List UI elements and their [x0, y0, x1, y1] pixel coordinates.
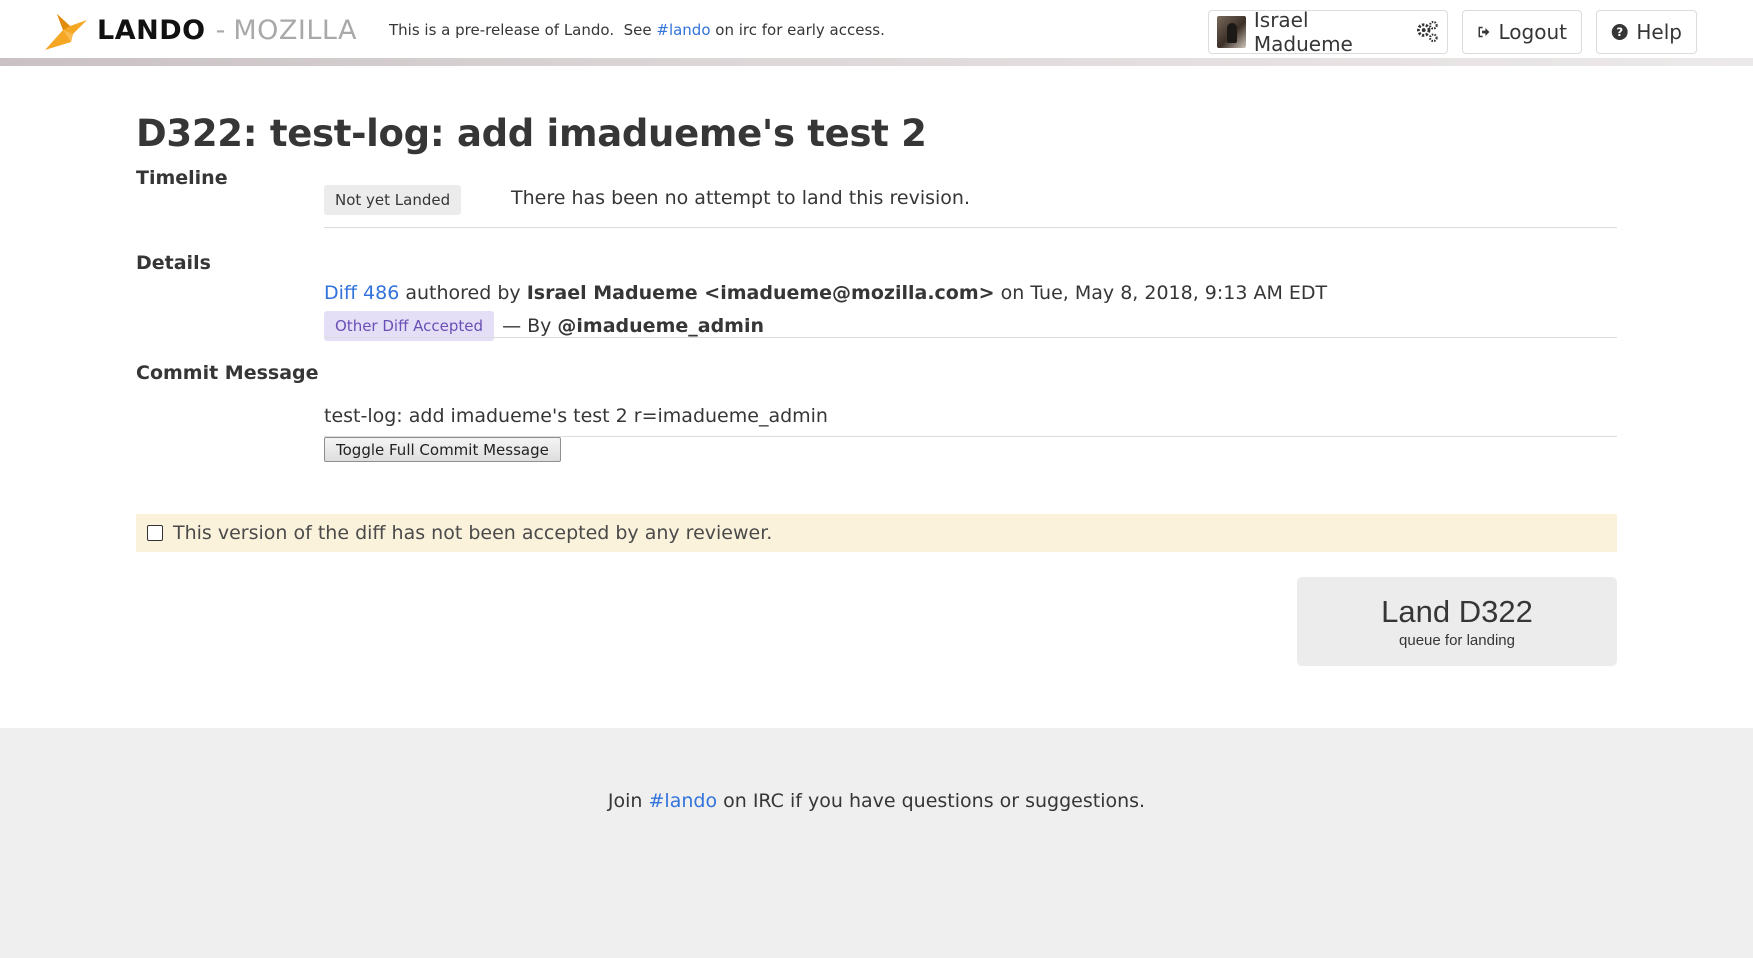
brand-separator: -: [215, 14, 226, 46]
gears-icon: [1416, 20, 1438, 43]
diff-link[interactable]: Diff 486: [324, 282, 399, 304]
logout-button[interactable]: Logout: [1462, 10, 1582, 54]
svg-text:?: ?: [1616, 25, 1623, 39]
author: Israel Madueme <imadueme@mozilla.com>: [526, 282, 995, 304]
avatar: [1217, 16, 1246, 48]
page-title: D322: test-log: add imadueme's test 2: [136, 112, 927, 155]
revision-main: D322: test-log: add imadueme's test 2 Ti…: [0, 66, 1753, 728]
details-label: Details: [136, 252, 211, 274]
reviewer: @imadueme_admin: [557, 315, 765, 337]
question-circle-icon: ?: [1611, 24, 1628, 40]
divider: [324, 337, 1617, 338]
landing-status-badge: Not yet Landed: [324, 185, 462, 215]
footer-prefix: Join: [607, 790, 649, 812]
land-button-subtitle: queue for landing: [1399, 632, 1515, 649]
sign-out-icon: [1478, 26, 1490, 38]
help-label: Help: [1636, 20, 1682, 44]
warning-banner: This version of the diff has not been ac…: [136, 514, 1617, 552]
timeline-label: Timeline: [136, 167, 228, 189]
navbar-stripe: [0, 58, 1753, 66]
review-by-prefix: — By: [502, 315, 558, 337]
prerelease-notice: This is a pre-release of Lando. See #lan…: [389, 21, 885, 39]
prerelease-prefix: This is a pre-release of Lando. See: [389, 21, 657, 39]
logout-label: Logout: [1498, 20, 1567, 44]
diff-details: Diff 486 authored by Israel Madueme <ima…: [324, 282, 1327, 304]
footer-irc-link[interactable]: #lando: [649, 790, 718, 812]
authored-by-text: authored by: [399, 282, 527, 304]
brand-org: MOZILLA: [233, 14, 357, 46]
land-button-title: Land D322: [1381, 594, 1533, 629]
top-navbar: LANDO - MOZILLA This is a pre-release of…: [0, 0, 1753, 58]
lando-logo-icon: [45, 14, 87, 50]
help-button[interactable]: ? Help: [1596, 10, 1697, 54]
footer-suffix: on IRC if you have questions or suggesti…: [717, 790, 1146, 812]
commit-message: test-log: add imadueme's test 2 r=imadue…: [324, 405, 828, 427]
commit-message-label: Commit Message: [136, 362, 319, 384]
divider: [324, 436, 1617, 437]
land-button[interactable]: Land D322 queue for landing: [1297, 577, 1617, 666]
timeline-text: There has been no attempt to land this r…: [511, 187, 970, 209]
toggle-commit-message-button[interactable]: Toggle Full Commit Message: [324, 437, 561, 462]
user-name: Israel Madueme: [1253, 8, 1353, 56]
brand[interactable]: LANDO - MOZILLA: [43, 8, 357, 52]
divider: [324, 227, 1617, 228]
footer-text: Join #lando on IRC if you have questions…: [0, 790, 1753, 812]
brand-name: LANDO: [97, 14, 206, 46]
authored-on-text: on Tue, May 8, 2018, 9:13 AM EDT: [994, 282, 1328, 304]
user-settings-button[interactable]: Israel Madueme: [1208, 8, 1448, 56]
prerelease-suffix: on irc for early access.: [710, 21, 885, 39]
footer: Join #lando on IRC if you have questions…: [0, 728, 1753, 958]
prerelease-irc-link[interactable]: #lando: [656, 21, 710, 39]
acknowledge-warning-checkbox[interactable]: [147, 525, 163, 541]
warning-text: This version of the diff has not been ac…: [173, 522, 773, 544]
